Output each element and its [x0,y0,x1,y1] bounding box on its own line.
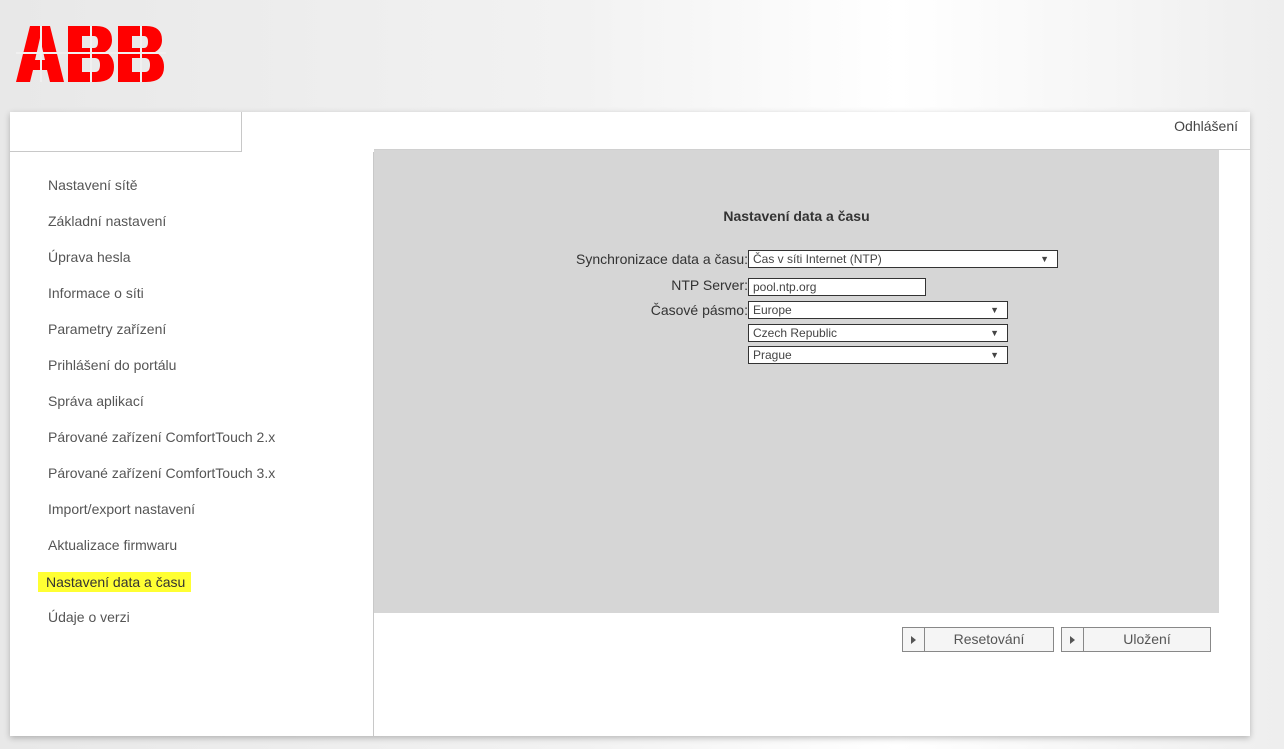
sidebar-item-basic-settings[interactable]: Základní nastavení [46,210,373,246]
sidebar-item-label: Údaje o verzi [48,609,130,625]
sidebar-item-version-info[interactable]: Údaje o verzi [46,606,373,642]
sidebar-item-label: Párované zařízení ComfortTouch 3.x [48,465,276,481]
ntp-label: NTP Server: [671,277,748,293]
sidebar-item-paired-ct2[interactable]: Párované zařízení ComfortTouch 2.x [46,426,373,462]
sidebar-item-password[interactable]: Úprava hesla [46,246,373,282]
sync-label: Synchronizace data a času: [576,251,748,267]
sidebar-item-date-time[interactable]: Nastavení data a času [38,570,373,606]
sidebar-item-label: Prihlášení do portálu [48,357,177,373]
play-icon [1062,628,1084,651]
sidebar-item-app-management[interactable]: Správa aplikací [46,390,373,426]
sidebar-item-firmware-update[interactable]: Aktualizace firmwaru [46,534,373,570]
sync-select-value: Čas v síti Internet (NTP) [753,252,882,266]
save-button[interactable]: Uložení [1061,627,1211,652]
chevron-down-icon: ▼ [1040,254,1049,264]
sidebar-item-label: Import/export nastavení [48,501,196,517]
play-icon [903,628,925,651]
sync-select[interactable]: Čas v síti Internet (NTP) ▼ [748,250,1058,268]
sidebar-item-label: Párované zařízení ComfortTouch 2.x [48,429,276,445]
logout-link[interactable]: Odhlášení [1174,118,1238,134]
timezone-country-value: Czech Republic [753,326,838,340]
sidebar-nav: Nastavení sítě Základní nastavení Úprava… [10,152,373,642]
reset-button-label: Resetování [953,631,1025,647]
sync-row: Synchronizace data a času: Čas v síti In… [374,250,1219,270]
top-bar: Odhlášení [374,112,1250,150]
top-left-box [10,112,242,152]
timezone-city-value: Prague [753,348,792,362]
chevron-down-icon: ▼ [990,305,999,315]
sidebar-item-portal-login[interactable]: Prihlášení do portálu [46,354,373,390]
chevron-down-icon: ▼ [990,350,999,360]
abb-logo [16,26,166,82]
sidebar-item-import-export[interactable]: Import/export nastavení [46,498,373,534]
header-banner [0,0,1284,112]
sidebar-item-label: Úprava hesla [48,249,131,265]
sidebar: Nastavení sítě Základní nastavení Úprava… [10,152,374,736]
sidebar-item-label: Aktualizace firmwaru [48,537,178,553]
timezone-country-select[interactable]: Czech Republic ▼ [748,324,1008,342]
reset-button[interactable]: Resetování [902,627,1054,652]
timezone-city-select[interactable]: Prague ▼ [748,346,1008,364]
sidebar-item-label: Informace o síti [48,285,144,301]
sidebar-item-label: Nastavení sítě [48,177,138,193]
ntp-row: NTP Server: pool.ntp.org [374,276,1219,296]
timezone-row: Časové pásmo: Europe ▼ [374,301,1219,321]
page-title: Nastavení data a času [723,208,870,224]
chevron-down-icon: ▼ [990,328,999,338]
sidebar-item-label: Nastavení data a času [38,572,192,592]
save-button-label: Uložení [1123,631,1171,647]
timezone-label: Časové pásmo: [650,302,748,318]
timezone-region-select[interactable]: Europe ▼ [748,301,1008,319]
sidebar-item-network-settings[interactable]: Nastavení sítě [46,174,373,210]
sidebar-item-network-info[interactable]: Informace o síti [46,282,373,318]
sidebar-item-paired-ct3[interactable]: Párované zařízení ComfortTouch 3.x [46,462,373,498]
ntp-server-value: pool.ntp.org [753,280,817,294]
sidebar-item-label: Parametry zařízení [48,321,167,337]
timezone-region-value: Europe [753,303,792,317]
main-frame: Odhlášení Nastavení sítě Základní nastav… [10,112,1250,736]
settings-panel: Nastavení data a času Synchronizace data… [374,150,1219,613]
sidebar-item-device-params[interactable]: Parametry zařízení [46,318,373,354]
ntp-server-input[interactable]: pool.ntp.org [748,278,926,296]
sidebar-item-label: Základní nastavení [48,213,167,229]
sidebar-item-label: Správa aplikací [48,393,144,409]
